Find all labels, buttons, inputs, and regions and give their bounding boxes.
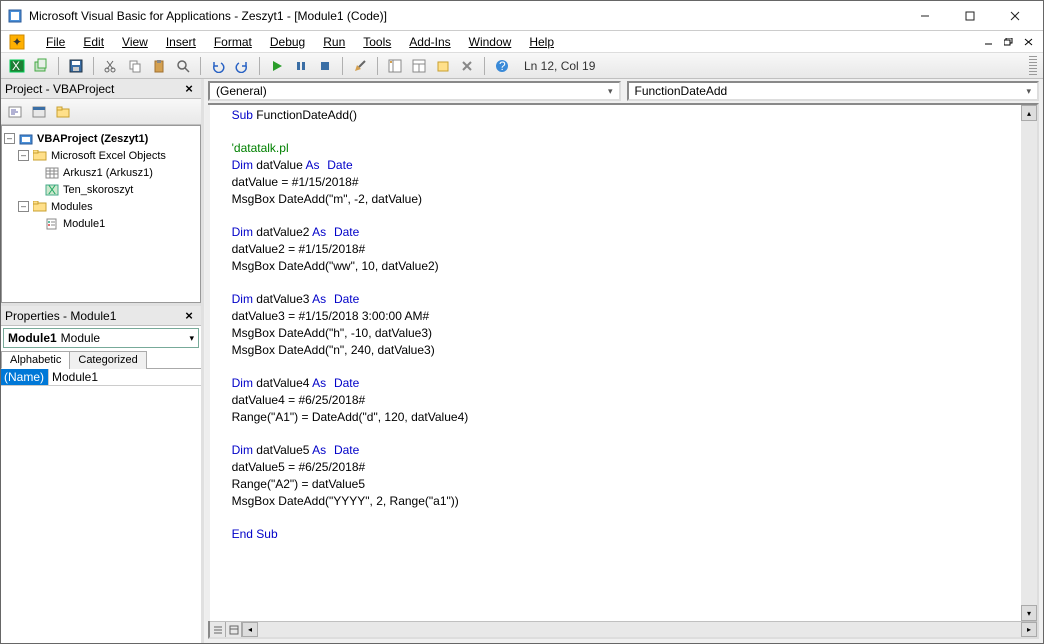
properties-panel-title: Properties - Module1	[5, 309, 181, 323]
tab-alphabetic[interactable]: Alphabetic	[1, 351, 70, 369]
svg-text:X: X	[48, 184, 56, 196]
project-tree[interactable]: – VBAProject (Zeszyt1) – Microsoft Excel…	[1, 125, 201, 303]
property-value-cell[interactable]: Module1	[49, 369, 201, 386]
tab-categorized[interactable]: Categorized	[69, 351, 146, 369]
tree-excel-folder[interactable]: – Microsoft Excel Objects	[4, 147, 198, 164]
chevron-down-icon: ▾	[608, 86, 613, 97]
break-button[interactable]	[291, 56, 311, 76]
properties-panel-header: Properties - Module1 ×	[1, 306, 201, 326]
reset-button[interactable]	[315, 56, 335, 76]
mdi-restore-button[interactable]	[1001, 35, 1017, 49]
full-module-view-button[interactable]	[226, 622, 242, 637]
tree-toggle-icon[interactable]: –	[18, 150, 29, 161]
menu-addins[interactable]: Add-Ins	[400, 33, 459, 51]
view-code-button[interactable]	[5, 102, 25, 122]
properties-grid[interactable]: (Name) Module1	[1, 369, 201, 643]
menu-file[interactable]: File	[37, 33, 74, 51]
svg-text:?: ?	[499, 59, 506, 73]
tree-toggle-icon[interactable]: –	[18, 201, 29, 212]
tree-root[interactable]: – VBAProject (Zeszyt1)	[4, 130, 198, 147]
menu-window[interactable]: Window	[460, 33, 521, 51]
paste-button[interactable]	[149, 56, 169, 76]
property-name-cell: (Name)	[1, 369, 49, 386]
vba-logo-icon: ✦	[7, 32, 27, 52]
menu-format[interactable]: Format	[205, 33, 261, 51]
menu-edit[interactable]: Edit	[74, 33, 113, 51]
mdi-minimize-button[interactable]	[981, 35, 997, 49]
procedure-view-button[interactable]	[210, 622, 226, 637]
svg-text:✦: ✦	[12, 35, 22, 49]
copy-button[interactable]	[125, 56, 145, 76]
cut-button[interactable]	[101, 56, 121, 76]
view-object-button[interactable]	[29, 102, 49, 122]
tree-workbook[interactable]: X Ten_skoroszyt	[4, 181, 198, 198]
vertical-scrollbar[interactable]: ▴ ▾	[1021, 105, 1037, 621]
svg-text:X: X	[12, 59, 20, 73]
app-icon	[7, 8, 23, 24]
standard-toolbar: X ? Ln 12, Col 19	[1, 53, 1043, 79]
menu-debug[interactable]: Debug	[261, 33, 314, 51]
scroll-right-button[interactable]: ▸	[1021, 622, 1037, 637]
workbook-icon: X	[44, 183, 60, 197]
project-panel-header: Project - VBAProject ×	[1, 79, 201, 99]
margin-indicator	[205, 105, 210, 621]
menu-tools[interactable]: Tools	[354, 33, 400, 51]
object-dropdown[interactable]: (General) ▾	[208, 81, 621, 101]
toolbox-button[interactable]	[457, 56, 477, 76]
properties-tabs: Alphabetic Categorized	[1, 350, 201, 369]
tree-sheet[interactable]: Arkusz1 (Arkusz1)	[4, 164, 198, 181]
tree-modules-folder[interactable]: – Modules	[4, 198, 198, 215]
project-icon	[18, 132, 34, 146]
scroll-left-button[interactable]: ◂	[242, 622, 258, 637]
view-excel-button[interactable]: X	[7, 56, 27, 76]
project-toolbar	[1, 99, 201, 125]
code-text-area[interactable]: Sub FunctionDateAdd() 'datatalk.pl Dim d…	[210, 105, 1037, 621]
menu-run[interactable]: Run	[314, 33, 354, 51]
project-explorer-button[interactable]	[385, 56, 405, 76]
horizontal-scrollbar[interactable]: ◂ ▸	[242, 622, 1037, 637]
close-button[interactable]	[992, 2, 1037, 30]
property-row[interactable]: (Name) Module1	[1, 369, 201, 386]
code-editor[interactable]: Sub FunctionDateAdd() 'datatalk.pl Dim d…	[208, 103, 1039, 639]
menu-bar: ✦ File Edit View Insert Format Debug Run…	[1, 31, 1043, 53]
cursor-position-status: Ln 12, Col 19	[524, 59, 595, 73]
procedure-dropdown[interactable]: FunctionDateAdd ▾	[627, 81, 1040, 101]
menu-view[interactable]: View	[113, 33, 157, 51]
chevron-down-icon: ▾	[189, 333, 194, 344]
toggle-folders-button[interactable]	[53, 102, 73, 122]
worksheet-icon	[44, 166, 60, 180]
menu-insert[interactable]: Insert	[157, 33, 205, 51]
title-bar: Microsoft Visual Basic for Applications …	[1, 1, 1043, 31]
undo-button[interactable]	[208, 56, 228, 76]
save-button[interactable]	[66, 56, 86, 76]
scroll-down-button[interactable]: ▾	[1021, 605, 1037, 621]
scroll-up-button[interactable]: ▴	[1021, 105, 1037, 121]
menu-help[interactable]: Help	[520, 33, 563, 51]
object-browser-button[interactable]	[433, 56, 453, 76]
folder-icon	[32, 200, 48, 214]
properties-window-button[interactable]	[409, 56, 429, 76]
window-title: Microsoft Visual Basic for Applications …	[29, 9, 902, 23]
folder-icon	[32, 149, 48, 163]
tree-toggle-icon[interactable]: –	[4, 133, 15, 144]
toolbar-grip	[1029, 56, 1037, 76]
find-button[interactable]	[173, 56, 193, 76]
tree-module[interactable]: Module1	[4, 215, 198, 232]
maximize-button[interactable]	[947, 2, 992, 30]
project-panel-title: Project - VBAProject	[5, 82, 181, 96]
redo-button[interactable]	[232, 56, 252, 76]
properties-object-selector[interactable]: Module1 Module ▾	[3, 328, 199, 348]
design-mode-button[interactable]	[350, 56, 370, 76]
insert-button[interactable]	[31, 56, 51, 76]
run-button[interactable]	[267, 56, 287, 76]
minimize-button[interactable]	[902, 2, 947, 30]
properties-panel-close-button[interactable]: ×	[181, 308, 197, 324]
chevron-down-icon: ▾	[1026, 86, 1031, 97]
project-panel-close-button[interactable]: ×	[181, 81, 197, 97]
mdi-close-button[interactable]	[1021, 35, 1037, 49]
module-icon	[44, 217, 60, 231]
help-button[interactable]: ?	[492, 56, 512, 76]
